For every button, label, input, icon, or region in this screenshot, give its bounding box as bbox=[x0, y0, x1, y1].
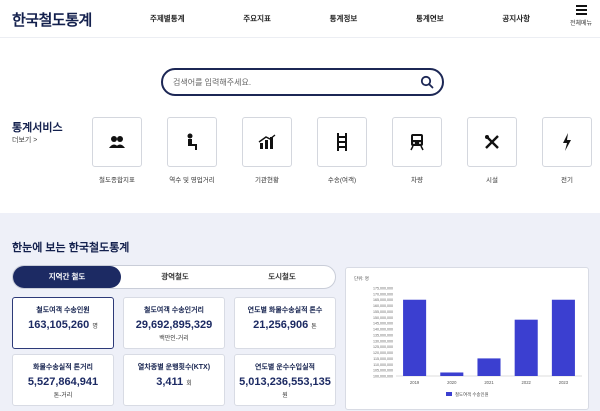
y-tick-label: 150,000,000 bbox=[373, 316, 393, 320]
y-tick-label: 165,000,000 bbox=[373, 298, 393, 302]
search-input[interactable] bbox=[173, 75, 403, 90]
chart-bar bbox=[551, 299, 575, 376]
y-tick-label: 120,000,000 bbox=[373, 351, 393, 355]
y-tick-label: 135,000,000 bbox=[373, 333, 393, 337]
nav-item-key-indicators[interactable]: 주요지표 bbox=[243, 13, 271, 24]
y-tick-label: 175,000,000 bbox=[373, 287, 393, 291]
stat-card-revenue[interactable]: 연도별 운수수입실적 5,013,236,553,135 원 bbox=[234, 354, 336, 406]
tab-intercity-rail[interactable]: 지역간 철도 bbox=[13, 266, 121, 288]
stat-card-ktx-runs[interactable]: 열차종별 운행횟수(KTX) 3,411 회 bbox=[123, 354, 225, 406]
service-item-electricity[interactable]: 전기 bbox=[542, 117, 592, 184]
nav-item-yearbook[interactable]: 통계연보 bbox=[416, 13, 444, 24]
stat-card-unit: 톤 bbox=[311, 324, 317, 330]
stat-card-unit: 회 bbox=[186, 381, 192, 387]
service-label: 철도종합지표 bbox=[99, 177, 135, 184]
service-label: 시설 bbox=[486, 177, 498, 184]
overview-title: 한눈에 보는 한국철도통계 bbox=[12, 242, 130, 254]
stat-card-value: 5,013,236,553,135 bbox=[239, 376, 331, 388]
y-axis-label: 단위: 명 bbox=[354, 275, 369, 282]
hamburger-icon bbox=[575, 5, 587, 15]
chart-bar bbox=[477, 358, 501, 376]
service-item-stations[interactable]: 역수 및 영업거리 bbox=[167, 117, 217, 184]
stat-card-value: 21,256,906 bbox=[253, 319, 309, 331]
y-tick-label: 155,000,000 bbox=[373, 310, 393, 314]
tab-urban-rail[interactable]: 도시철도 bbox=[229, 266, 335, 288]
x-tick-label: 2019 bbox=[410, 380, 420, 385]
stat-card-title: 연도별 화물수송실적 톤수 bbox=[247, 307, 323, 314]
y-tick-label: 115,000,000 bbox=[373, 357, 393, 361]
overview-tabs: 지역간 철도 광역철도 도시철도 bbox=[12, 265, 336, 289]
y-tick-label: 100,000,000 bbox=[373, 375, 393, 379]
stat-card-title: 화물수송실적 톤거리 bbox=[33, 364, 93, 371]
chart-bar bbox=[440, 372, 464, 376]
y-tick-label: 105,000,000 bbox=[373, 369, 393, 373]
search-bar bbox=[161, 68, 444, 96]
y-tick-label: 130,000,000 bbox=[373, 339, 393, 343]
x-tick-label: 2023 bbox=[559, 380, 569, 385]
chart-bar bbox=[514, 319, 538, 376]
rail-track-icon bbox=[337, 133, 347, 151]
stat-card-unit: 톤-거리 bbox=[53, 393, 73, 399]
service-item-organization[interactable]: 기관현황 bbox=[242, 117, 292, 184]
search-icon[interactable] bbox=[420, 75, 434, 89]
service-label: 기관현황 bbox=[255, 177, 279, 184]
x-tick-label: 2021 bbox=[484, 380, 494, 385]
bar-chart-icon bbox=[258, 134, 276, 149]
stat-card-unit: 명 bbox=[92, 324, 98, 330]
y-tick-label: 145,000,000 bbox=[373, 322, 393, 326]
service-label: 차량 bbox=[411, 177, 423, 184]
people-icon bbox=[109, 136, 125, 148]
stat-card-value: 29,692,895,329 bbox=[135, 319, 213, 331]
services-more-link[interactable]: 더보기 > bbox=[12, 135, 37, 145]
service-item-vehicles[interactable]: 차량 bbox=[392, 117, 442, 184]
services-title: 통계서비스 bbox=[12, 122, 63, 134]
tools-icon bbox=[485, 135, 499, 149]
y-tick-label: 140,000,000 bbox=[373, 328, 393, 332]
y-tick-label: 160,000,000 bbox=[373, 304, 393, 308]
legend-swatch bbox=[446, 392, 452, 396]
nav-item-topics[interactable]: 주제별통계 bbox=[150, 13, 185, 24]
nav-item-statistics-info[interactable]: 통계정보 bbox=[330, 13, 358, 24]
train-icon bbox=[410, 134, 424, 151]
stat-card-unit: 백만인-거리 bbox=[159, 336, 189, 342]
passenger-bar-chart: 단위: 명 100,000,000 105,000,000 110,000,000 11… bbox=[354, 275, 582, 398]
site-header: 한국철도통계 주제별통계 주요지표 통계정보 통계연보 공지사항 전체메뉴 bbox=[0, 0, 600, 38]
lightning-icon bbox=[563, 133, 571, 151]
all-menu-button[interactable]: 전체메뉴 bbox=[568, 5, 594, 27]
stat-card-freight-ton-km[interactable]: 화물수송실적 톤거리 5,527,864,941 톤-거리 bbox=[12, 354, 114, 406]
stat-card-unit: 원 bbox=[282, 393, 288, 399]
service-label: 역수 및 영업거리 bbox=[169, 177, 215, 184]
x-tick-label: 2020 bbox=[447, 380, 457, 385]
legend-label: 철도여객 수송인원 bbox=[455, 391, 489, 398]
x-tick-label: 2022 bbox=[522, 380, 532, 385]
stat-card-title: 열차종별 운행횟수(KTX) bbox=[137, 364, 211, 371]
stat-card-passenger-km[interactable]: 철도여객 수송인거리 29,692,895,329 백만인-거리 bbox=[123, 297, 225, 349]
service-label: 전기 bbox=[561, 177, 573, 184]
stat-card-passengers[interactable]: 철도여객 수송인원 163,105,260 명 bbox=[12, 297, 114, 349]
service-item-general-indicators[interactable]: 철도종합지표 bbox=[92, 117, 142, 184]
y-tick-label: 125,000,000 bbox=[373, 345, 393, 349]
stat-card-title: 철도여객 수송인거리 bbox=[144, 307, 204, 314]
stat-card-value: 163,105,260 bbox=[28, 319, 90, 331]
chart-bar bbox=[403, 299, 427, 376]
all-menu-label: 전체메뉴 bbox=[569, 21, 593, 27]
overview-section: 한눈에 보는 한국철도통계 지역간 철도 광역철도 도시철도 철도여객 수송인원… bbox=[0, 213, 600, 411]
stat-card-title: 연도별 운수수입실적 bbox=[255, 364, 315, 371]
main-nav: 주제별통계 주요지표 통계정보 통계연보 공지사항 bbox=[150, 13, 530, 24]
stat-card-value: 5,527,864,941 bbox=[27, 376, 99, 388]
tab-metropolitan-rail[interactable]: 광역철도 bbox=[121, 266, 229, 288]
service-item-facilities[interactable]: 시설 bbox=[467, 117, 517, 184]
stat-card-title: 철도여객 수송인원 bbox=[36, 307, 90, 314]
stat-card-value: 3,411 bbox=[156, 376, 184, 388]
y-tick-label: 110,000,000 bbox=[373, 363, 393, 367]
service-label: 수송(여객) bbox=[327, 177, 357, 184]
chart-panel: 단위: 명 100,000,000 105,000,000 110,000,000 11… bbox=[345, 267, 589, 410]
site-logo[interactable]: 한국철도통계 bbox=[12, 9, 92, 30]
stat-card-freight-tons[interactable]: 연도별 화물수송실적 톤수 21,256,906 톤 bbox=[234, 297, 336, 349]
y-tick-label: 170,000,000 bbox=[373, 292, 393, 296]
nav-item-notices[interactable]: 공지사항 bbox=[502, 13, 530, 24]
service-item-passenger-transport[interactable]: 수송(여객) bbox=[317, 117, 367, 184]
seat-icon bbox=[187, 133, 197, 150]
